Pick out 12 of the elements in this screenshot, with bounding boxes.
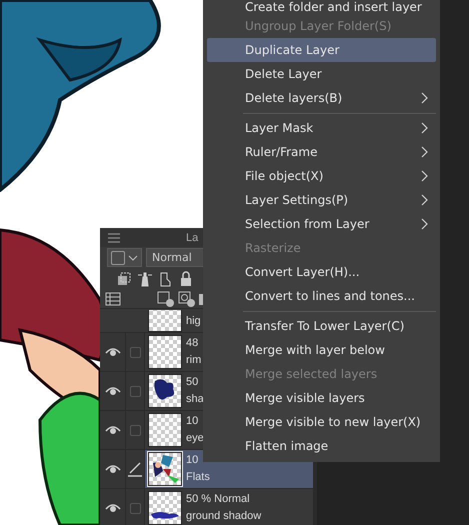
layer-opacity-label: 50: [186, 375, 198, 390]
layer-opacity-label: 10: [186, 414, 198, 429]
layer-opacity-label: 50 % Normal: [186, 492, 250, 507]
layer-name: eye: [186, 431, 204, 446]
layer-name: rim: [186, 353, 202, 368]
panel-title: La: [186, 232, 198, 244]
layer-opacity-label: 48: [186, 336, 198, 351]
layer-name: hig: [186, 314, 201, 329]
layer-name: ground shadow: [186, 509, 262, 524]
layer-name: sha: [186, 392, 204, 407]
layer-name: Flats: [186, 470, 210, 485]
layer-opacity-label: 10: [186, 453, 198, 468]
